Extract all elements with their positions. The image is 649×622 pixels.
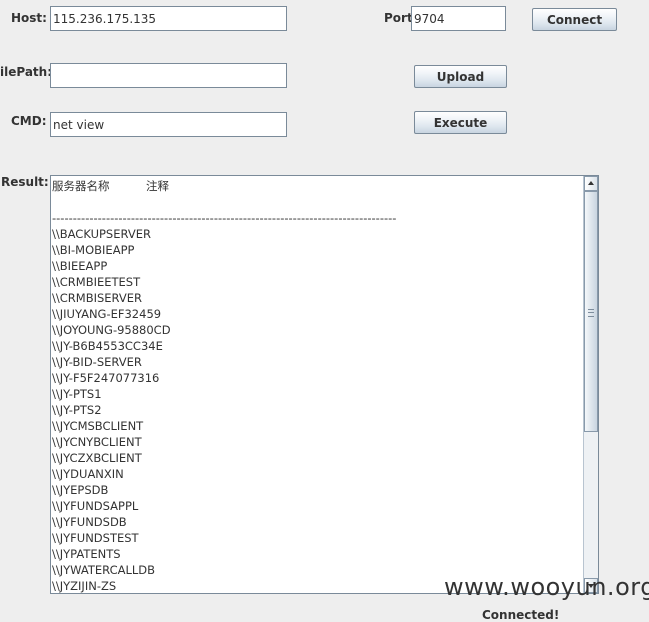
- result-line: \\JYPATENTS: [52, 547, 121, 561]
- result-line: \\JY-PTS2: [52, 403, 102, 417]
- result-line: \\JY-B6B4553CC34E: [52, 339, 163, 353]
- result-label: Result:: [1, 175, 49, 189]
- result-line: \\CRMBIEETEST: [52, 275, 141, 289]
- arrow-up-icon[interactable]: [584, 176, 598, 191]
- result-line: \\JY-BID-SERVER: [52, 355, 142, 369]
- cmd-label: CMD:: [11, 114, 47, 128]
- result-line: \\JYDUANXIN: [52, 467, 124, 481]
- result-scrollbar[interactable]: [583, 176, 598, 593]
- scrollbar-thumb[interactable]: [584, 191, 598, 432]
- result-textarea[interactable]: 服务器名称 注释 --------------------------------…: [50, 175, 599, 594]
- connect-button[interactable]: Connect: [532, 8, 617, 31]
- host-label: Host:: [11, 11, 47, 25]
- result-line: \\JYEPSDB: [52, 483, 109, 497]
- result-text: 服务器名称 注释 --------------------------------…: [52, 178, 582, 593]
- result-line: \\BI-MOBIEAPP: [52, 243, 135, 257]
- result-line: \\JY-PTS1: [52, 387, 102, 401]
- watermark: www.wooyun.org: [444, 573, 649, 601]
- result-line: 服务器名称 注释: [52, 179, 170, 193]
- result-line: \\JY-F5F247077316: [52, 371, 160, 385]
- execute-button[interactable]: Execute: [414, 111, 507, 134]
- upload-button[interactable]: Upload: [414, 65, 507, 88]
- result-line: ----------------------------------------…: [52, 211, 397, 225]
- filepath-label: ilePath:: [0, 65, 53, 79]
- port-input[interactable]: [411, 6, 506, 31]
- grip-icon: [588, 309, 594, 317]
- status-text: Connected!: [482, 608, 560, 622]
- result-line: \\JYCZXBCLIENT: [52, 451, 142, 465]
- result-line: \\JOYOUNG-95880CD: [52, 323, 171, 337]
- result-line: \\JYCNYBCLIENT: [52, 435, 142, 449]
- cmd-input[interactable]: [50, 112, 287, 137]
- result-line: \\BACKUPSERVER: [52, 227, 151, 241]
- host-input[interactable]: [50, 6, 287, 31]
- result-line: \\JYFUNDSAPPL: [52, 499, 139, 513]
- result-line: \\JYCMSBCLIENT: [52, 419, 144, 433]
- result-line: \\JYFUNDSDB: [52, 515, 127, 529]
- result-line: \\CRMBISERVER: [52, 291, 143, 305]
- result-line: \\JYFUNDSTEST: [52, 531, 139, 545]
- result-line: \\BIEEAPP: [52, 259, 108, 273]
- result-line: [52, 194, 582, 210]
- result-line: \\JIUYANG-EF32459: [52, 307, 162, 321]
- filepath-input[interactable]: [50, 63, 287, 88]
